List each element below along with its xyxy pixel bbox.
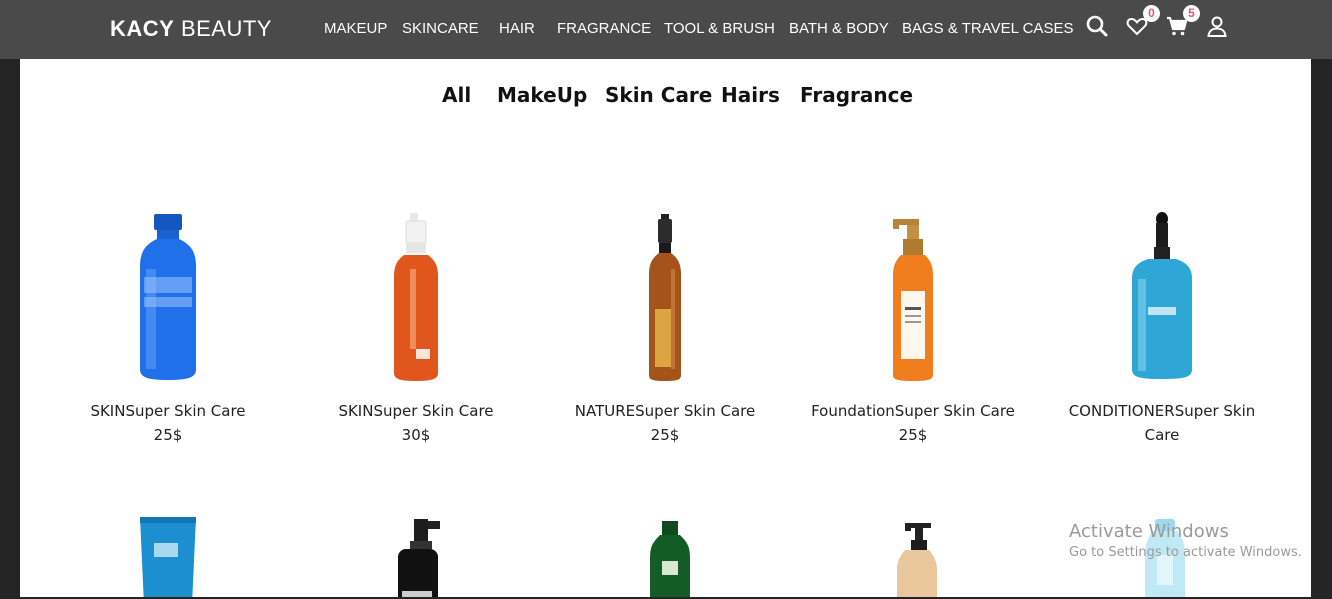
product-image-black-spray-bottle [398,519,440,597]
product-image-blue-bottle [140,214,196,380]
nav-item-hair[interactable]: HAIR [499,20,535,37]
product-card[interactable]: SKINSuper Skin Care 25$ [58,209,278,447]
product-card[interactable]: NATURESuper Skin Care 25$ [555,209,775,447]
nav-item-tool-brush[interactable]: TOOL & BRUSH [664,20,775,37]
nav-item-makeup[interactable]: MAKEUP [324,20,387,37]
product-price: 30$ [401,426,431,444]
search-icon[interactable] [1085,14,1113,42]
nav-item-bags-travel[interactable]: BAGS & TRAVEL CASES [902,20,1073,37]
wishlist-count-badge: 0 [1143,5,1160,22]
product-name: FoundationSuper Skin Care [811,402,1015,420]
top-navigation-bar: KACY BEAUTY MAKEUP SKINCARE HAIR FRAGRAN… [0,0,1332,59]
product-image-amber-spray-bottle [649,214,681,381]
product-card[interactable]: FoundationSuper Skin Care 25$ [803,209,1023,447]
product-price: 25$ [650,426,680,444]
product-image-beige-pump-bottle [897,523,937,597]
windows-activation-watermark: Activate Windows Go to Settings to activ… [1069,521,1302,563]
product-price: 25$ [898,426,928,444]
filter-tab-all[interactable]: All [442,83,471,107]
product-card[interactable] [640,515,700,597]
product-card[interactable]: SKINSuper Skin Care 30$ [306,209,526,447]
nav-item-bath-body[interactable]: BATH & BODY [789,20,889,37]
filter-tab-fragrance[interactable]: Fragrance [800,83,913,107]
user-account-icon[interactable] [1205,14,1233,42]
product-image-orange-pump-bottle [893,219,933,381]
brand-logo[interactable]: KACY BEAUTY [110,16,272,42]
product-card[interactable] [388,515,448,597]
wishlist-heart-icon[interactable]: 0 [1125,5,1160,42]
nav-item-fragrance[interactable]: FRAGRANCE [557,20,651,37]
cart-icon[interactable]: 5 [1165,5,1200,42]
product-card[interactable]: CONDITIONERSuper Skin Care [1052,209,1272,447]
product-card[interactable] [138,515,198,597]
product-image-aqua-dropper-bottle [1132,212,1192,379]
nav-item-skincare[interactable]: SKINCARE [402,20,479,37]
product-image-green-bottle [650,521,690,597]
filter-tab-makeup[interactable]: MakeUp [497,83,587,107]
watermark-subtitle: Go to Settings to activate Windows. [1069,545,1302,560]
product-catalog: All MakeUp Skin Care Hairs Fragrance SKI… [20,59,1311,597]
product-card[interactable] [887,515,947,597]
product-price: 25$ [153,426,183,444]
product-image-orange-spray-bottle [394,213,438,381]
brand-logo-light: BEAUTY [174,16,272,41]
product-name: NATURESuper Skin Care [574,402,756,420]
product-name: SKINSuper Skin Care [338,402,494,420]
product-name: SKINSuper Skin Care [90,402,246,420]
product-name: CONDITIONERSuper Skin Care [1068,402,1256,444]
filter-tab-skin-care[interactable]: Skin Care [605,83,712,107]
filter-tab-hairs[interactable]: Hairs [721,83,780,107]
product-image-blue-tube [140,517,196,597]
brand-logo-bold: KACY [110,16,175,41]
cart-count-badge: 5 [1183,5,1200,22]
watermark-title: Activate Windows [1069,521,1229,542]
